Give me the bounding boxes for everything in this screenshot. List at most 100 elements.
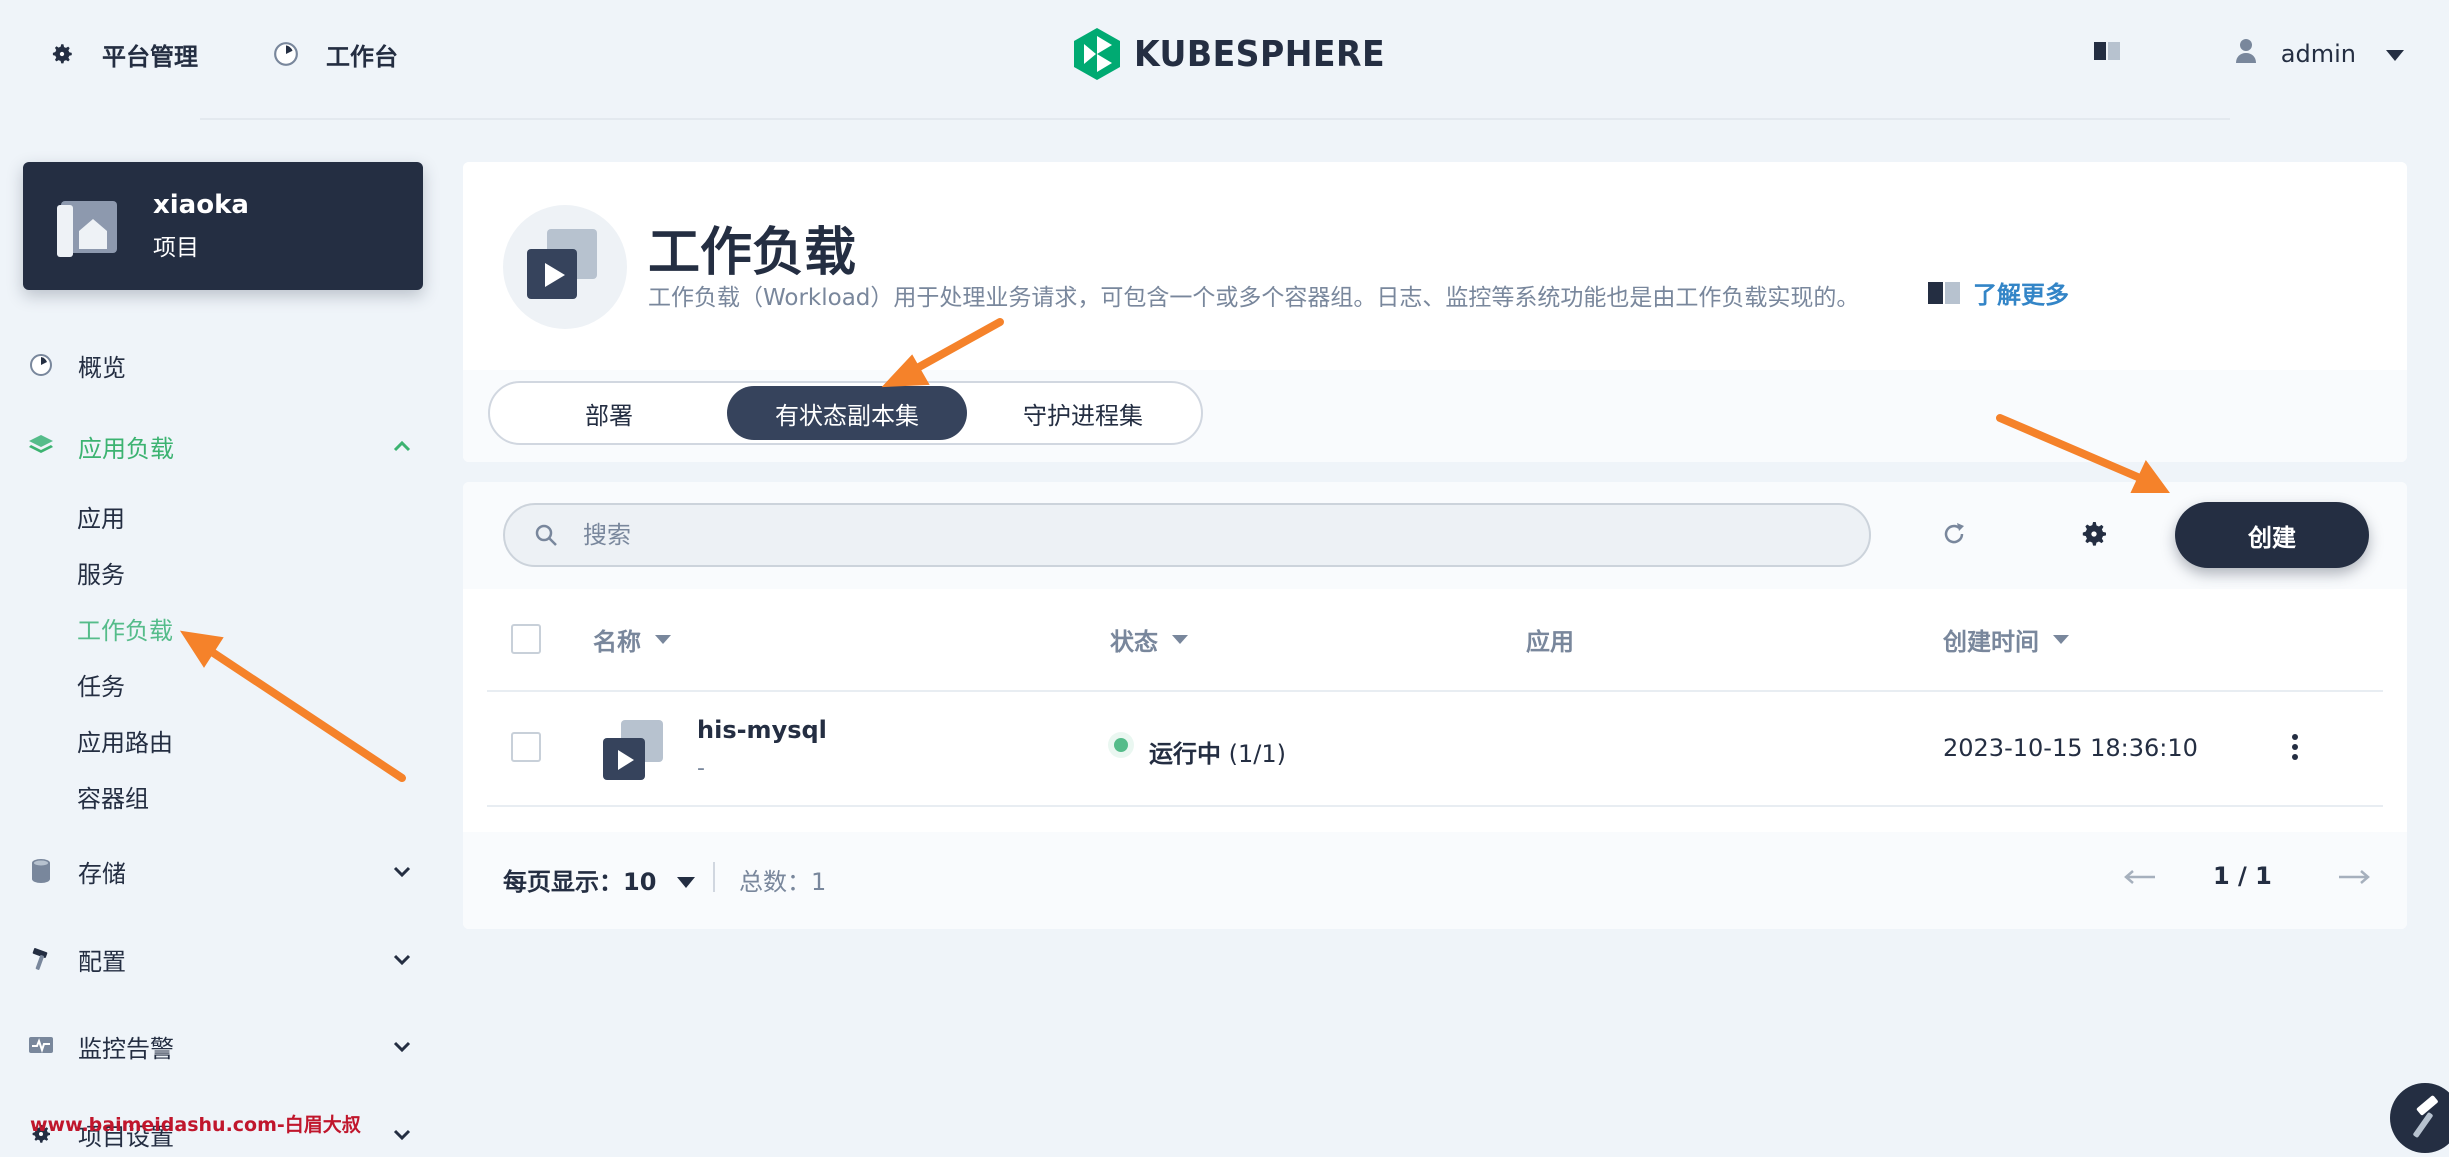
user-avatar-icon <box>2235 38 2257 70</box>
sidebar-item-app-workloads[interactable]: 应用负载 <box>28 423 423 469</box>
learn-more-label: 了解更多 <box>1973 281 2069 309</box>
tab-deployments[interactable]: 部署 <box>494 386 724 440</box>
sidebar-item-overview[interactable]: 概览 <box>28 342 423 388</box>
search-icon <box>535 524 557 546</box>
column-header-label: 应用 <box>1526 628 1574 656</box>
workload-status: 运行中 (1/1) <box>1149 734 1286 769</box>
project-icon <box>57 201 117 257</box>
footer-divider <box>713 862 715 892</box>
arrow-right-icon[interactable] <box>2337 868 2371 886</box>
sidebar-item-label: 配置 <box>78 947 126 976</box>
nav-workbench[interactable]: 工作台 <box>272 34 398 74</box>
page-size-value: 10 <box>623 868 657 896</box>
table-divider <box>487 805 2383 807</box>
sidebar-subitem-pods[interactable]: 容器组 <box>77 776 149 816</box>
column-header-app: 应用 <box>1526 622 1574 657</box>
chevron-down-icon[interactable] <box>2386 40 2404 68</box>
kubesphere-logo[interactable]: KUBESPHERE <box>1072 26 1407 82</box>
sidebar-subitem-jobs[interactable]: 任务 <box>77 664 125 704</box>
sidebar-item-label: 存储 <box>78 859 126 888</box>
gear-icon <box>48 40 76 68</box>
sort-caret-icon <box>655 635 671 644</box>
workload-list-card: 创建 名称 状态 应用 创建时间 his-mysql - 运行中 (1/1) 2… <box>463 482 2407 929</box>
dashboard-icon <box>272 40 300 68</box>
sort-caret-icon <box>2053 635 2069 644</box>
docs-icon[interactable] <box>2093 40 2121 68</box>
column-header-created-time[interactable]: 创建时间 <box>1943 622 2069 657</box>
table-divider <box>487 690 2383 692</box>
user-name[interactable]: admin <box>2281 40 2356 68</box>
search-bar[interactable] <box>503 503 1871 567</box>
arrow-left-icon[interactable] <box>2123 868 2157 886</box>
kubesphere-logo-icon <box>1074 28 1120 80</box>
sidebar-item-storage[interactable]: 存储 <box>28 848 423 894</box>
sidebar-subitem-workloads[interactable]: 工作负载 <box>77 608 173 648</box>
workload-subtitle: - <box>697 756 705 781</box>
watermark-text: www.baimeidashu.com-白眉大叔 <box>30 1114 361 1136</box>
project-card[interactable]: xiaoka 项目 <box>23 162 423 290</box>
header-user-area: admin <box>2093 34 2404 74</box>
monitor-icon <box>28 1033 54 1059</box>
total-count: 总数：1 <box>739 862 826 897</box>
learn-more-link[interactable]: 了解更多 <box>1927 275 2069 310</box>
sidebar-subitem-services[interactable]: 服务 <box>77 552 125 592</box>
chevron-down-icon[interactable] <box>391 1123 413 1145</box>
nav-label: 平台管理 <box>102 42 198 71</box>
page-size-label: 每页显示： <box>503 868 623 896</box>
chevron-down-icon <box>676 877 695 888</box>
settings-gear-icon[interactable] <box>2078 518 2110 550</box>
page-size-selector[interactable]: 每页显示：10 <box>503 862 695 897</box>
workload-created-time: 2023-10-15 18:36:10 <box>1943 734 2198 762</box>
column-header-status[interactable]: 状态 <box>1110 622 1188 657</box>
chevron-down-icon[interactable] <box>391 948 413 970</box>
project-type: 项目 <box>153 235 199 261</box>
workload-type-tabs: 部署 有状态副本集 守护进程集 <box>488 381 1203 445</box>
sidebar-item-label: 概览 <box>78 353 126 382</box>
sidebar-item-configuration[interactable]: 配置 <box>28 936 423 982</box>
column-header-label: 状态 <box>1110 628 1158 656</box>
chevron-up-icon[interactable] <box>391 435 413 457</box>
dashboard-icon <box>28 352 54 378</box>
database-icon <box>28 858 54 884</box>
nav-label: 工作台 <box>326 42 398 71</box>
create-button[interactable]: 创建 <box>2175 502 2369 568</box>
row-checkbox[interactable] <box>511 732 541 762</box>
column-header-name[interactable]: 名称 <box>593 622 671 657</box>
workload-name-link[interactable]: his-mysql <box>697 716 827 744</box>
column-header-label: 名称 <box>593 628 641 656</box>
page-indicator: 1 / 1 <box>2213 862 2272 890</box>
tab-daemonsets[interactable]: 守护进程集 <box>968 386 1198 440</box>
status-text: 运行中 <box>1149 740 1221 768</box>
hammer-icon <box>2413 1095 2438 1138</box>
sidebar-item-label: 应用负载 <box>78 434 174 463</box>
page-title: 工作负载 <box>648 223 857 283</box>
hammer-icon <box>28 946 54 972</box>
workload-header-card: 工作负载 工作负载（Workload）用于处理业务请求，可包含一个或多个容器组。… <box>463 162 2407 462</box>
nav-platform-management[interactable]: 平台管理 <box>48 34 198 74</box>
status-count: (1/1) <box>1228 740 1286 768</box>
search-input[interactable] <box>583 521 1783 549</box>
page-description: 工作负载（Workload）用于处理业务请求，可包含一个或多个容器组。日志、监控… <box>648 285 1860 311</box>
column-header-label: 创建时间 <box>1943 628 2039 656</box>
sidebar-item-label: 监控告警 <box>78 1034 174 1063</box>
select-all-checkbox[interactable] <box>511 624 541 654</box>
logo-text: KUBESPHERE <box>1134 33 1386 75</box>
chevron-down-icon[interactable] <box>391 860 413 882</box>
header-divider <box>200 118 2230 120</box>
tab-statefulsets[interactable]: 有状态副本集 <box>727 386 967 440</box>
total-value: 1 <box>811 868 827 896</box>
workload-row-icon <box>603 720 663 780</box>
total-label: 总数： <box>739 868 811 896</box>
sort-caret-icon <box>1172 635 1188 644</box>
book-icon <box>1928 281 1960 304</box>
sidebar-item-monitoring-alerts[interactable]: 监控告警 <box>28 1023 423 1069</box>
sidebar-subitem-apps[interactable]: 应用 <box>77 496 125 536</box>
workload-icon <box>503 205 627 329</box>
chevron-down-icon[interactable] <box>391 1035 413 1057</box>
refresh-icon[interactable] <box>1938 518 1970 550</box>
help-button[interactable] <box>2390 1083 2449 1153</box>
layers-icon <box>28 433 54 459</box>
sidebar-subitem-routes[interactable]: 应用路由 <box>77 720 173 760</box>
more-actions-icon[interactable] <box>2289 732 2301 762</box>
project-name: xiaoka <box>153 190 249 220</box>
